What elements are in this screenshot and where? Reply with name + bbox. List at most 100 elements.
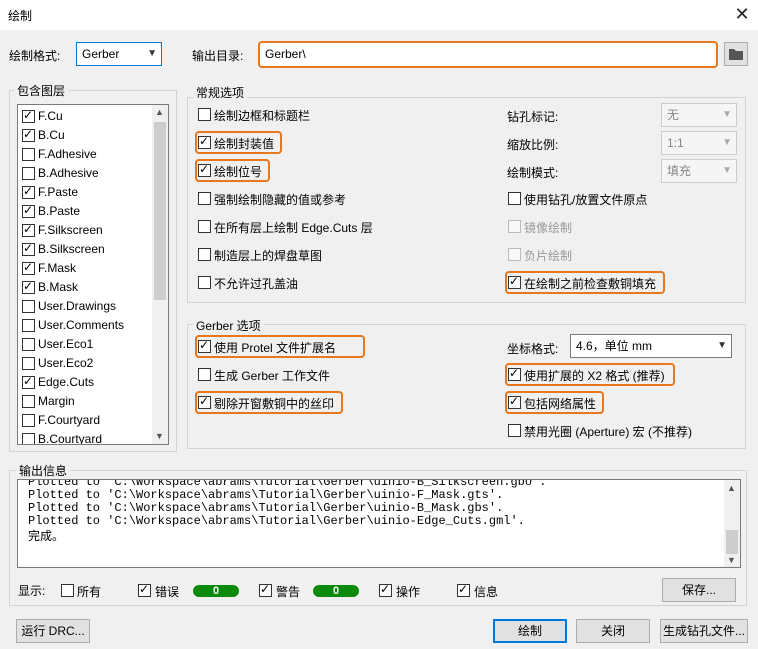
layer-row[interactable]: B.Mask bbox=[18, 278, 152, 297]
option-checkbox[interactable] bbox=[198, 108, 211, 121]
browse-folder-button[interactable] bbox=[724, 42, 748, 66]
output-dir-input[interactable]: Gerber\ bbox=[258, 41, 718, 68]
layer-row[interactable]: B.Cu bbox=[18, 126, 152, 145]
layer-list[interactable]: F.Cu B.Cu F.Adhesive B.Adhesive F.Paste B.Pas… bbox=[17, 104, 169, 445]
option-label: 不允许过孔盖油 bbox=[214, 277, 299, 291]
filter-warnings-checkbox[interactable] bbox=[259, 582, 272, 597]
layer-row[interactable]: F.Cu bbox=[18, 107, 152, 126]
coord-format-value: 4.6，单位 mm bbox=[576, 339, 653, 353]
option-label: 在绘制之前检查敷铜填充 bbox=[524, 277, 657, 291]
option-checkbox[interactable] bbox=[198, 394, 211, 409]
option-checkbox[interactable] bbox=[198, 338, 211, 353]
output-dir-label: 输出目录: bbox=[192, 49, 244, 63]
scroll-down-icon[interactable]: ▼ bbox=[155, 431, 164, 441]
layer-checkbox[interactable] bbox=[22, 203, 35, 218]
layer-row[interactable]: User.Eco1 bbox=[18, 335, 152, 354]
layer-checkbox[interactable] bbox=[22, 148, 35, 161]
layer-checkbox[interactable] bbox=[22, 357, 35, 370]
message-line: 完成。 bbox=[28, 530, 65, 544]
folder-icon bbox=[729, 49, 743, 60]
option-label: 制造层上的焊盘草图 bbox=[214, 249, 323, 263]
messages-log[interactable]: Plotted to 'C:\Workspace\abrams\Tutorial… bbox=[17, 479, 741, 568]
scroll-thumb[interactable] bbox=[726, 530, 738, 554]
option-checkbox[interactable] bbox=[508, 192, 521, 205]
layer-label: B.Courtyard bbox=[38, 432, 103, 445]
layer-scrollbar[interactable]: ▲ ▼ bbox=[152, 105, 168, 444]
filter-infos-checkbox[interactable] bbox=[457, 582, 470, 597]
layer-row[interactable]: F.Silkscreen bbox=[18, 221, 152, 240]
layer-row[interactable]: Margin bbox=[18, 392, 152, 411]
layer-row[interactable]: B.Adhesive bbox=[18, 164, 152, 183]
layer-checkbox[interactable] bbox=[22, 433, 35, 444]
layer-checkbox[interactable] bbox=[22, 279, 35, 294]
layer-row[interactable]: F.Adhesive bbox=[18, 145, 152, 164]
option-checkbox[interactable] bbox=[508, 366, 521, 381]
drill-marks-select[interactable]: 无 ▼ bbox=[661, 103, 737, 127]
filter-actions-checkbox[interactable] bbox=[379, 582, 392, 597]
layer-label: B.Mask bbox=[38, 280, 79, 294]
layer-checkbox[interactable] bbox=[22, 338, 35, 351]
layer-checkbox[interactable] bbox=[22, 184, 35, 199]
option-label: 镜像绘制 bbox=[524, 221, 573, 235]
filter-errors-label: 错误 bbox=[155, 585, 180, 599]
layer-row[interactable]: F.Mask bbox=[18, 259, 152, 278]
close-button[interactable]: 关闭 bbox=[576, 619, 650, 643]
layer-checkbox[interactable] bbox=[22, 127, 35, 142]
filter-errors-checkbox[interactable] bbox=[138, 582, 151, 597]
option-checkbox[interactable] bbox=[198, 220, 211, 233]
layer-row[interactable]: Edge.Cuts bbox=[18, 373, 152, 392]
scroll-up-icon[interactable]: ▲ bbox=[155, 107, 164, 117]
layer-row[interactable]: B.Silkscreen bbox=[18, 240, 152, 259]
layer-row[interactable]: User.Eco2 bbox=[18, 354, 152, 373]
option-checkbox[interactable] bbox=[508, 274, 521, 289]
layer-checkbox[interactable] bbox=[22, 374, 35, 389]
messages-scrollbar[interactable]: ▲ ▼ bbox=[724, 480, 740, 567]
filter-warnings-label: 警告 bbox=[276, 585, 301, 599]
plot-mode-select[interactable]: 填充 ▼ bbox=[661, 159, 737, 183]
layer-checkbox[interactable] bbox=[22, 395, 35, 408]
layer-label: F.Silkscreen bbox=[38, 223, 103, 237]
layer-checkbox[interactable] bbox=[22, 167, 35, 180]
option-checkbox[interactable] bbox=[508, 424, 521, 437]
option-checkbox[interactable] bbox=[508, 394, 521, 409]
scale-select[interactable]: 1:1 ▼ bbox=[661, 131, 737, 155]
chevron-down-icon: ▼ bbox=[722, 109, 732, 120]
plot-button[interactable]: 绘制 bbox=[493, 619, 567, 643]
drill-marks-value: 无 bbox=[667, 108, 680, 122]
scroll-thumb[interactable] bbox=[154, 122, 166, 300]
layer-checkbox[interactable] bbox=[22, 222, 35, 237]
layer-label: B.Cu bbox=[38, 128, 65, 142]
scroll-up-icon[interactable]: ▲ bbox=[727, 483, 736, 493]
format-label: 绘制格式: bbox=[9, 49, 61, 63]
option-checkbox[interactable] bbox=[198, 276, 211, 289]
filter-all-checkbox[interactable] bbox=[61, 584, 74, 597]
layer-row[interactable]: F.Courtyard bbox=[18, 411, 152, 430]
close-icon[interactable]: ✕ bbox=[732, 3, 752, 25]
option-checkbox[interactable] bbox=[198, 368, 211, 381]
layer-checkbox[interactable] bbox=[22, 300, 35, 313]
run-drc-button[interactable]: 运行 DRC... bbox=[16, 619, 90, 643]
option-checkbox[interactable] bbox=[198, 162, 211, 177]
generate-drill-files-button[interactable]: 生成钻孔文件... bbox=[660, 619, 748, 643]
format-select[interactable]: Gerber ▼ bbox=[76, 42, 162, 66]
layer-checkbox[interactable] bbox=[22, 414, 35, 427]
save-button[interactable]: 保存... bbox=[662, 578, 736, 602]
layer-checkbox[interactable] bbox=[22, 260, 35, 275]
layer-checkbox[interactable] bbox=[22, 108, 35, 123]
layer-row[interactable]: F.Paste bbox=[18, 183, 152, 202]
option-checkbox[interactable] bbox=[198, 192, 211, 205]
layer-checkbox[interactable] bbox=[22, 319, 35, 332]
option-label: 剔除开窗敷铜中的丝印 bbox=[214, 397, 335, 411]
scale-value: 1:1 bbox=[667, 136, 684, 150]
option-checkbox[interactable] bbox=[198, 134, 211, 149]
layer-checkbox[interactable] bbox=[22, 241, 35, 256]
layer-row[interactable]: User.Drawings bbox=[18, 297, 152, 316]
option-checkbox[interactable] bbox=[198, 248, 211, 261]
layer-row[interactable]: User.Comments bbox=[18, 316, 152, 335]
coord-format-select[interactable]: 4.6，单位 mm ▼ bbox=[570, 334, 732, 358]
layer-row[interactable]: B.Courtyard bbox=[18, 430, 152, 445]
option-label: 在所有层上绘制 Edge.Cuts 层 bbox=[214, 221, 373, 235]
scroll-down-icon[interactable]: ▼ bbox=[727, 555, 736, 565]
layer-row[interactable]: B.Paste bbox=[18, 202, 152, 221]
drill-marks-label: 钻孔标记: bbox=[507, 110, 559, 124]
